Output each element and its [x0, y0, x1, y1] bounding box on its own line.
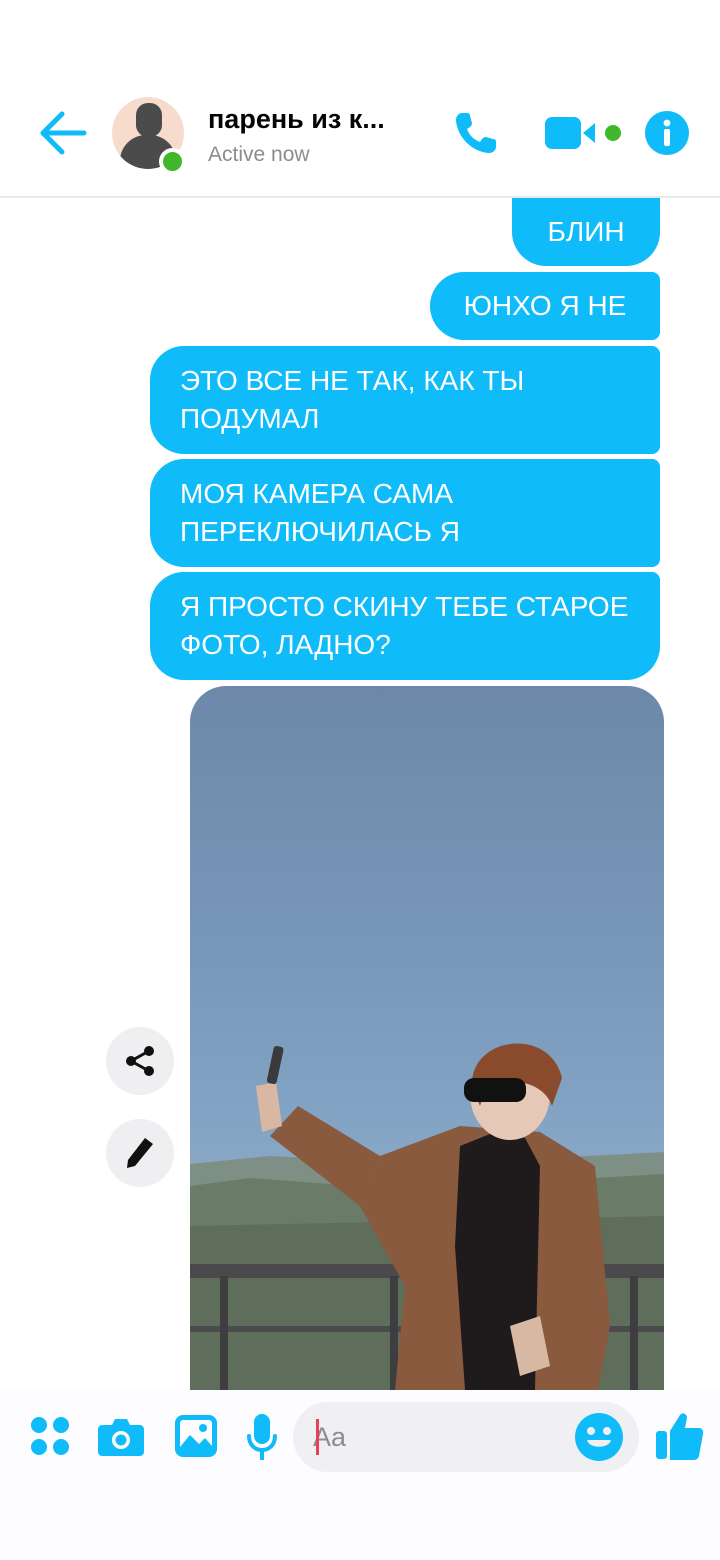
arrow-left-icon[interactable]	[36, 108, 90, 158]
message-bubble[interactable]: ЮНХО Я НЕ	[430, 272, 660, 340]
message-bubble[interactable]: МОЯ КАМЕРА САМА ПЕРЕКЛЮЧИЛАСЬ Я	[150, 459, 660, 567]
message-input-container[interactable]	[293, 1402, 639, 1472]
share-icon	[126, 1046, 154, 1076]
contact-name[interactable]: парень из к...	[208, 104, 418, 135]
pencil-icon	[127, 1138, 153, 1168]
video-call-icon[interactable]	[545, 115, 623, 151]
text-cursor	[316, 1419, 319, 1455]
thumbs-up-icon[interactable]	[656, 1411, 704, 1461]
photo-message[interactable]	[190, 686, 664, 1390]
info-icon[interactable]	[645, 111, 689, 155]
message-bubble[interactable]: Я ПРОСТО СКИНУ ТЕБЕ СТАРОЕ ФОТО, ЛАДНО?	[150, 572, 660, 680]
image-icon[interactable]	[175, 1415, 217, 1457]
online-status-dot	[159, 148, 186, 175]
message-input[interactable]	[313, 1402, 575, 1472]
phone-icon[interactable]	[452, 109, 500, 157]
message-bubble[interactable]: ЭТО ВСЕ НЕ ТАК, КАК ТЫ ПОДУМАЛ	[150, 346, 660, 454]
chat-header: парень из к... Active now	[0, 0, 720, 198]
microphone-icon[interactable]	[246, 1414, 278, 1460]
camera-icon[interactable]	[98, 1416, 144, 1456]
active-status: Active now	[208, 143, 310, 166]
photo-illustration	[190, 1043, 664, 1390]
share-button[interactable]	[106, 1027, 174, 1095]
apps-icon[interactable]	[30, 1416, 70, 1456]
edit-button[interactable]	[106, 1119, 174, 1187]
message-bubble[interactable]: БЛИН	[512, 198, 660, 266]
emoji-icon[interactable]	[575, 1413, 623, 1461]
